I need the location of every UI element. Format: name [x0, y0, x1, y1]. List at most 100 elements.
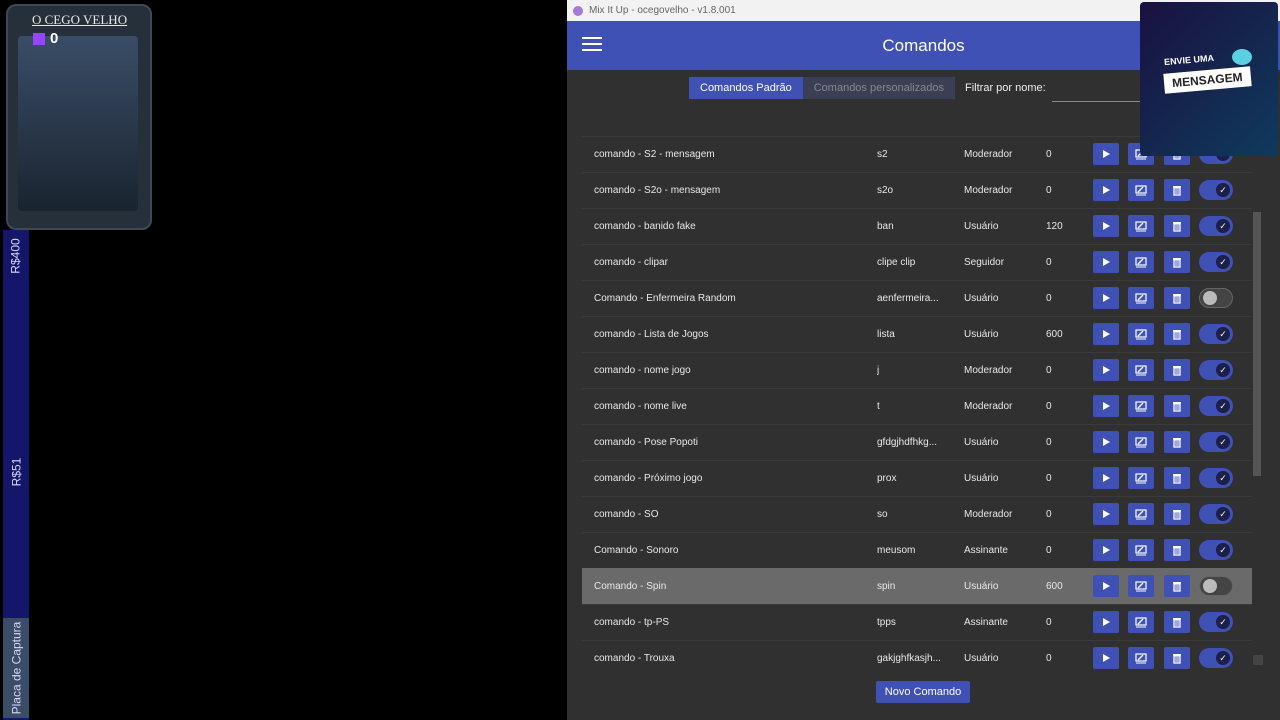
- delete-button[interactable]: [1164, 611, 1190, 633]
- play-button[interactable]: [1093, 503, 1119, 525]
- enable-toggle[interactable]: ✓: [1199, 468, 1233, 488]
- command-row[interactable]: comando - clipar clipe clip Seguidor 0 ✓: [582, 244, 1252, 281]
- filter-input[interactable]: [1052, 79, 1151, 102]
- delete-button[interactable]: [1164, 179, 1190, 201]
- command-name: comando - Lista de Jogos: [594, 328, 709, 340]
- delete-button[interactable]: [1164, 215, 1190, 237]
- play-button[interactable]: [1093, 215, 1119, 237]
- edit-button[interactable]: [1128, 215, 1154, 237]
- edit-button[interactable]: [1128, 395, 1154, 417]
- edit-button[interactable]: [1128, 323, 1154, 345]
- edit-icon: [1135, 436, 1147, 447]
- twitch-icon: [33, 33, 45, 45]
- play-button[interactable]: [1093, 431, 1119, 453]
- edit-button[interactable]: [1128, 539, 1154, 561]
- edit-button[interactable]: [1128, 431, 1154, 453]
- command-row[interactable]: Comando - Sonoro meusom Assinante 0 ✓: [582, 532, 1252, 569]
- enable-toggle[interactable]: ✓: [1199, 216, 1233, 236]
- edit-button[interactable]: [1128, 359, 1154, 381]
- delete-button[interactable]: [1164, 395, 1190, 417]
- play-icon: [1103, 474, 1110, 482]
- tab-default-commands[interactable]: Comandos Padrão: [689, 77, 803, 99]
- command-cooldown: 0: [1046, 436, 1052, 448]
- scroll-down-button[interactable]: [1253, 655, 1263, 665]
- command-cooldown: 0: [1046, 256, 1052, 268]
- command-cooldown: 0: [1046, 364, 1052, 376]
- command-list: comando - S2 - mensagems2Moderador0✓coma…: [582, 108, 1252, 670]
- play-button[interactable]: [1093, 251, 1119, 273]
- command-trigger: j: [877, 364, 880, 376]
- enable-toggle[interactable]: ✓: [1199, 180, 1233, 200]
- edit-icon: [1135, 472, 1147, 483]
- play-button[interactable]: [1093, 467, 1119, 489]
- edit-icon: [1135, 364, 1147, 375]
- delete-button[interactable]: [1164, 323, 1190, 345]
- delete-button[interactable]: [1164, 575, 1190, 597]
- command-role: Moderador: [964, 148, 1013, 160]
- enable-toggle[interactable]: [1199, 576, 1233, 596]
- enable-toggle[interactable]: ✓: [1199, 540, 1233, 560]
- command-row[interactable]: Comando - Enfermeira Random aenfermeira..…: [582, 280, 1252, 317]
- play-button[interactable]: [1093, 539, 1119, 561]
- delete-button[interactable]: [1164, 503, 1190, 525]
- delete-button[interactable]: [1164, 647, 1190, 669]
- edit-button[interactable]: [1128, 647, 1154, 669]
- play-button[interactable]: [1093, 287, 1119, 309]
- command-row[interactable]: comando - Trouxa gakjghfkasjh... Usuário 0 ✓: [582, 640, 1252, 670]
- command-role: Usuário: [964, 652, 999, 664]
- tab-custom-commands[interactable]: Comandos personalizados: [802, 77, 955, 99]
- enable-toggle[interactable]: ✓: [1199, 360, 1233, 380]
- command-role: Usuário: [964, 220, 999, 232]
- delete-button[interactable]: [1164, 287, 1190, 309]
- play-button[interactable]: [1093, 395, 1119, 417]
- edit-button[interactable]: [1128, 503, 1154, 525]
- delete-button[interactable]: [1164, 431, 1190, 453]
- command-role: Assinante: [964, 544, 1008, 556]
- command-name: Comando - Enfermeira Random: [594, 292, 736, 304]
- play-button[interactable]: [1093, 143, 1119, 165]
- command-row[interactable]: comando - nome live t Moderador 0 ✓: [582, 388, 1252, 425]
- play-button[interactable]: [1093, 323, 1119, 345]
- enable-toggle[interactable]: ✓: [1199, 432, 1233, 452]
- play-button[interactable]: [1093, 647, 1119, 669]
- edit-button[interactable]: [1128, 575, 1154, 597]
- command-cooldown: 0: [1046, 544, 1052, 556]
- edit-button[interactable]: [1128, 467, 1154, 489]
- goal-label: R$51: [9, 457, 23, 487]
- command-row[interactable]: comando - Pose Popoti gfdgjhdfhkg... Usuár…: [582, 424, 1252, 461]
- edit-button[interactable]: [1128, 251, 1154, 273]
- hamburger-menu-icon[interactable]: [582, 37, 602, 53]
- delete-button[interactable]: [1164, 251, 1190, 273]
- command-row[interactable]: comando - S2o - mensagem s2o Moderador 0 ✓: [582, 172, 1252, 209]
- command-row[interactable]: comando - Lista de Jogos lista Usuário 600 ✓: [582, 316, 1252, 353]
- capture-label: Placa de Captura: [3, 618, 29, 718]
- command-role: Moderador: [964, 364, 1013, 376]
- play-button[interactable]: [1093, 179, 1119, 201]
- command-name: comando - tp-PS: [594, 616, 670, 628]
- command-row[interactable]: comando - nome jogo j Moderador 0 ✓: [582, 352, 1252, 389]
- enable-toggle[interactable]: ✓: [1199, 648, 1233, 668]
- play-button[interactable]: [1093, 611, 1119, 633]
- command-row[interactable]: comando - tp-PS tpps Assinante 0 ✓: [582, 604, 1252, 641]
- delete-button[interactable]: [1164, 467, 1190, 489]
- edit-button[interactable]: [1128, 287, 1154, 309]
- enable-toggle[interactable]: ✓: [1199, 252, 1233, 272]
- edit-button[interactable]: [1128, 179, 1154, 201]
- enable-toggle[interactable]: ✓: [1199, 612, 1233, 632]
- edit-button[interactable]: [1128, 611, 1154, 633]
- check-icon: ✓: [1216, 543, 1230, 557]
- delete-button[interactable]: [1164, 539, 1190, 561]
- play-button[interactable]: [1093, 359, 1119, 381]
- play-button[interactable]: [1093, 575, 1119, 597]
- command-row[interactable]: comando - Próximo jogo prox Usuário 0 ✓: [582, 460, 1252, 497]
- new-command-button[interactable]: Novo Comando: [876, 681, 970, 703]
- command-row[interactable]: Comando - Spin spin Usuário 600: [582, 568, 1252, 605]
- delete-button[interactable]: [1164, 359, 1190, 381]
- scrollbar[interactable]: [1253, 212, 1261, 476]
- enable-toggle[interactable]: ✓: [1199, 324, 1233, 344]
- command-row[interactable]: comando - SO so Moderador 0 ✓: [582, 496, 1252, 533]
- enable-toggle[interactable]: [1199, 288, 1233, 308]
- enable-toggle[interactable]: ✓: [1199, 504, 1233, 524]
- command-row[interactable]: comando - banido fake ban Usuário 120 ✓: [582, 208, 1252, 245]
- enable-toggle[interactable]: ✓: [1199, 396, 1233, 416]
